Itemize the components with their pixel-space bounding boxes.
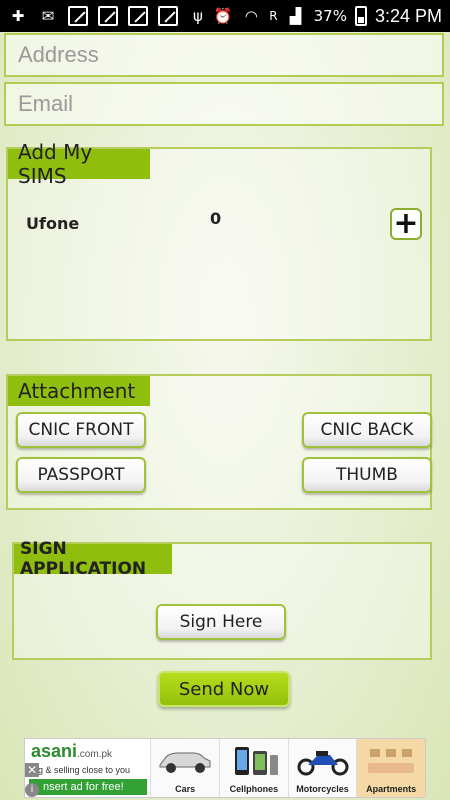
ad-tagline: ing & selling close to you: [31, 765, 131, 775]
attachment-panel-title: Attachment: [8, 376, 150, 406]
ad-category-cars[interactable]: Cars: [150, 739, 220, 797]
roaming-indicator: R: [269, 9, 278, 23]
missed-call-icon: [68, 6, 88, 26]
missed-call-icon: [128, 6, 148, 26]
alarm-icon: ⏰: [213, 7, 233, 25]
motorcycle-icon: [297, 751, 348, 776]
cnic-front-button[interactable]: CNIC FRONT: [16, 412, 146, 448]
mail-icon: ✉: [41, 7, 55, 25]
car-icon: [159, 752, 211, 773]
send-now-button[interactable]: Send Now: [158, 671, 290, 707]
cnic-back-button[interactable]: CNIC BACK: [302, 412, 432, 448]
address-field[interactable]: [4, 33, 444, 77]
plus-box-icon: ✚: [11, 7, 25, 25]
signal-icon: ▟: [289, 7, 302, 25]
sims-panel-title: Add My SIMS: [8, 140, 150, 188]
battery-percent: 37%: [313, 7, 347, 25]
ad-logo: asani.com.pk: [31, 741, 113, 761]
ad-banner[interactable]: asani.com.pk ing & selling close to you …: [24, 738, 426, 798]
sign-here-button[interactable]: Sign Here: [156, 604, 286, 640]
add-sim-button[interactable]: +: [390, 208, 422, 240]
close-icon[interactable]: ✕: [25, 763, 39, 777]
info-icon[interactable]: i: [25, 783, 39, 797]
sims-panel: Add My SIMS: [6, 140, 432, 341]
missed-call-icon: [98, 6, 118, 26]
sign-panel: SIGN APPLICATION: [12, 539, 432, 660]
sim-count: 0: [210, 209, 222, 228]
sofa-icon: [368, 749, 415, 773]
ad-category-apartments[interactable]: Apartments: [356, 739, 425, 797]
missed-call-icon: [158, 6, 178, 26]
battery-icon: [354, 6, 367, 26]
wifi-icon: ◠: [244, 7, 258, 25]
notification-icons: ✚ ✉ ψ: [8, 6, 208, 26]
ad-category-motorcycles[interactable]: Motorcycles: [287, 739, 357, 797]
sign-panel-title: SIGN APPLICATION: [14, 539, 172, 579]
usb-icon: ψ: [193, 7, 203, 25]
ad-cta[interactable]: nsert ad for free!: [29, 779, 147, 795]
thumb-button[interactable]: THUMB: [302, 457, 432, 493]
passport-button[interactable]: PASSPORT: [16, 457, 146, 493]
clock: 3:24 PM: [374, 5, 442, 26]
sim-name: Ufone: [26, 214, 80, 233]
email-field[interactable]: [4, 82, 444, 126]
ad-category-cellphones[interactable]: Cellphones: [219, 739, 288, 797]
status-bar: ✚ ✉ ψ ⏰ ◠ R ▟ 37% 3:24 PM: [0, 0, 450, 32]
ad-brand[interactable]: asani.com.pk ing & selling close to you …: [25, 739, 151, 797]
phone-icon: [234, 747, 278, 775]
plus-icon: +: [393, 206, 419, 241]
